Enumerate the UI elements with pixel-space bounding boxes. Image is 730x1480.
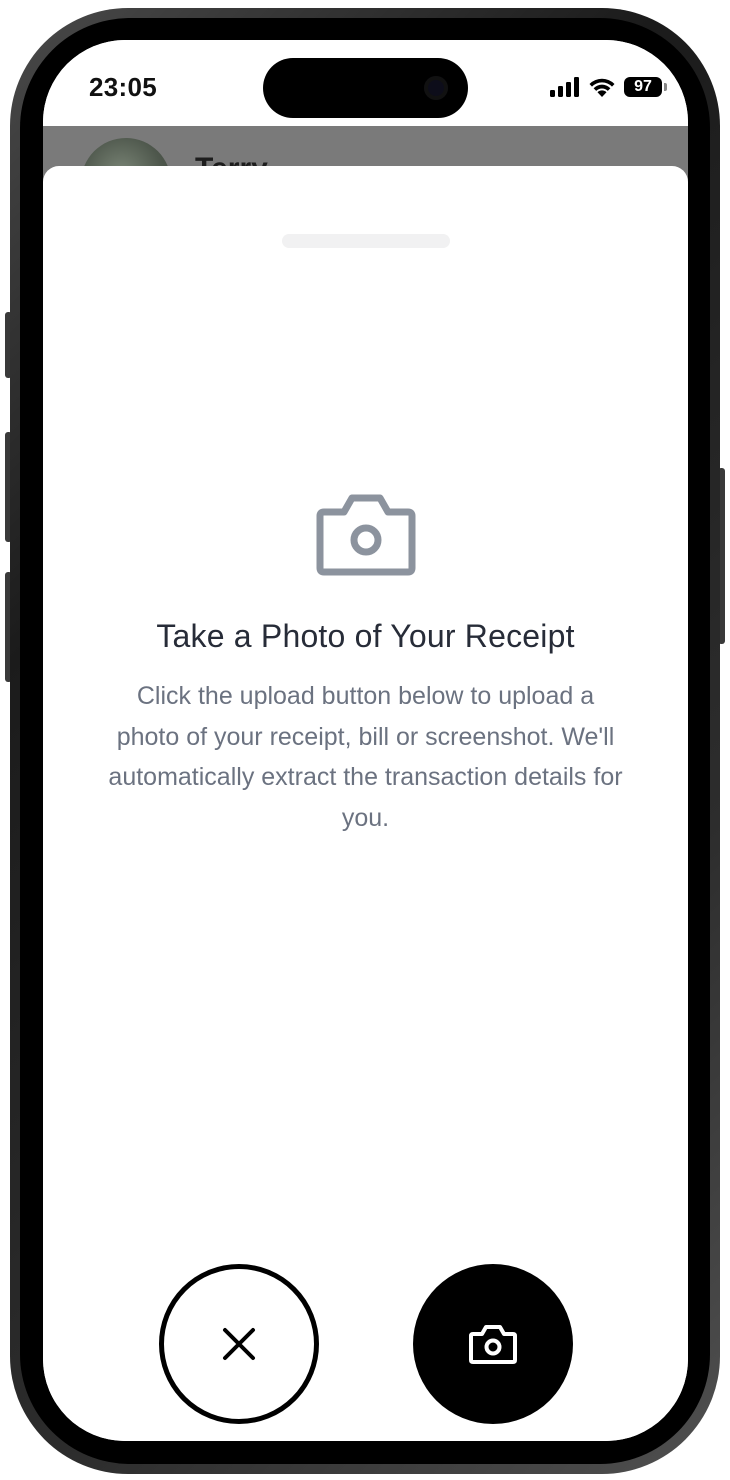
wifi-icon bbox=[589, 78, 615, 97]
sheet-description: Click the upload button below to upload … bbox=[108, 682, 623, 832]
front-camera bbox=[424, 76, 448, 100]
phone-device: Terry 23:05 97 bbox=[0, 0, 730, 1480]
camera-icon bbox=[469, 1325, 517, 1364]
battery-icon: 97 bbox=[624, 77, 667, 97]
camera-icon bbox=[316, 494, 416, 576]
dynamic-island bbox=[263, 58, 468, 118]
battery-level: 97 bbox=[634, 78, 652, 95]
sheet-grabber[interactable] bbox=[282, 234, 450, 248]
status-bar: 23:05 97 bbox=[43, 40, 688, 126]
status-time: 23:05 bbox=[89, 72, 157, 102]
battery-tip bbox=[664, 83, 667, 91]
upload-photo-button[interactable] bbox=[413, 1264, 573, 1424]
close-icon bbox=[223, 1328, 255, 1360]
close-button[interactable] bbox=[159, 1264, 319, 1424]
sheet-title: Take a Photo of Your Receipt bbox=[156, 618, 575, 654]
cellular-signal-icon bbox=[550, 77, 579, 97]
phone-screen: Terry 23:05 97 bbox=[43, 40, 688, 1441]
status-icons: 97 bbox=[550, 76, 667, 98]
upload-receipt-sheet: Take a Photo of Your Receipt Click the u… bbox=[43, 166, 688, 1441]
